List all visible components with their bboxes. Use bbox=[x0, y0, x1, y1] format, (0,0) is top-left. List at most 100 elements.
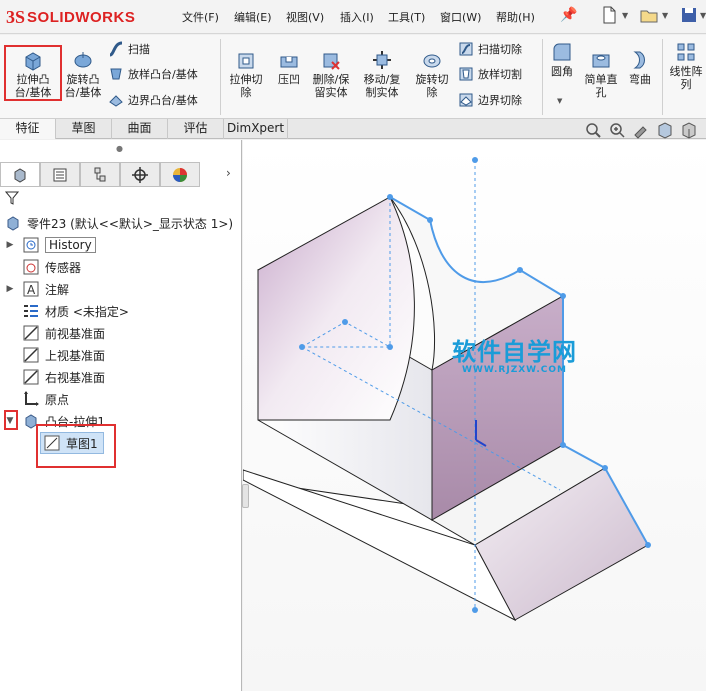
front-plane-label: 前视基准面 bbox=[45, 326, 106, 341]
plane-icon bbox=[23, 369, 39, 385]
pin-icon[interactable]: 📌 bbox=[560, 7, 577, 23]
open-folder-icon[interactable] bbox=[638, 5, 660, 27]
menu-insert[interactable]: 插入(I) bbox=[340, 9, 374, 25]
menu-window[interactable]: 窗口(W) bbox=[440, 9, 481, 25]
ribbon-separator bbox=[542, 39, 543, 115]
tree-item-material[interactable]: 材质 <未指定> bbox=[4, 300, 246, 322]
delete-keep-body-button[interactable]: 删除/保 留实体 bbox=[308, 49, 354, 99]
dimxpert-manager-tab[interactable] bbox=[120, 162, 160, 187]
move-copy-body-button[interactable]: 移动/复 制实体 bbox=[358, 49, 406, 99]
expand-arrow-icon[interactable]: ▶ bbox=[4, 284, 16, 294]
loft-boss-label: 放样凸台/基体 bbox=[128, 68, 198, 81]
delete-body-icon bbox=[323, 53, 340, 70]
tab-features[interactable]: 特征 bbox=[0, 119, 56, 139]
linear-pattern-button[interactable]: 线性阵 列 bbox=[666, 41, 706, 91]
lofted-cut-button[interactable]: 放样切割 bbox=[458, 66, 522, 82]
boundary-cut-button[interactable]: 边界切除 bbox=[458, 92, 522, 108]
menu-edit[interactable]: 编辑(E) bbox=[234, 9, 272, 25]
part-name: 零件23 (默认<<默认>_显示状态 1>) bbox=[27, 216, 234, 231]
menu-file[interactable]: 文件(F) bbox=[182, 9, 219, 25]
tree-item-annotations[interactable]: ▶ A 注解 bbox=[4, 278, 246, 300]
swept-cut-button[interactable]: 扫描切除 bbox=[458, 41, 522, 57]
previous-view-icon[interactable] bbox=[632, 121, 650, 139]
loft-boss-icon bbox=[110, 68, 122, 80]
lofted-cut-icon bbox=[459, 67, 473, 81]
panel-collapse-handle[interactable] bbox=[242, 484, 249, 508]
view-orientation-icon[interactable] bbox=[680, 121, 698, 139]
expand-arrow-icon[interactable]: ▶ bbox=[4, 240, 16, 250]
filter-icon[interactable] bbox=[4, 191, 20, 209]
save-dropdown-icon[interactable]: ▼ bbox=[700, 11, 706, 20]
expand-arrow-highlight bbox=[4, 410, 18, 430]
tab-evaluate[interactable]: 评估 bbox=[168, 119, 224, 139]
indent-button[interactable]: 压凹 bbox=[270, 49, 308, 86]
history-label: History bbox=[45, 237, 96, 253]
panel-grip-icon[interactable]: ● bbox=[116, 144, 123, 153]
watermark: 软件自学网 WWW.RJZXW.COM bbox=[452, 332, 577, 375]
ribbon-separator bbox=[220, 39, 221, 115]
tree-item-right-plane[interactable]: 右视基准面 bbox=[4, 366, 246, 388]
section-view-icon[interactable] bbox=[656, 121, 674, 139]
history-icon bbox=[23, 237, 39, 253]
zoom-area-icon[interactable] bbox=[608, 121, 626, 139]
swept-cut-icon bbox=[459, 42, 473, 56]
boundary-cut-label: 边界切除 bbox=[478, 94, 522, 107]
top-plane-label: 上视基准面 bbox=[45, 348, 106, 363]
revolve-boss-button[interactable]: 旋转凸 台/基体 bbox=[60, 49, 106, 99]
origin-label: 原点 bbox=[45, 392, 70, 407]
fillet-button[interactable]: 圆角 bbox=[546, 41, 578, 78]
feature-manager-tab[interactable] bbox=[0, 162, 40, 187]
tab-dimxpert[interactable]: DimXpert bbox=[224, 119, 288, 139]
right-plane-label: 右视基准面 bbox=[45, 370, 106, 385]
tree-item-history[interactable]: ▶ History bbox=[4, 234, 246, 256]
revolve-cut-label: 旋转切 除 bbox=[415, 73, 449, 99]
zoom-to-fit-icon[interactable] bbox=[584, 121, 602, 139]
extrude-cut-button[interactable]: 拉伸切 除 bbox=[224, 49, 268, 99]
open-dropdown-icon[interactable]: ▼ bbox=[662, 11, 668, 20]
concave-arc-face[interactable] bbox=[257, 196, 415, 421]
fillet-dropdown-icon[interactable]: ▼ bbox=[557, 97, 562, 105]
flex-button[interactable]: 弯曲 bbox=[624, 49, 656, 86]
simple-hole-button[interactable]: 简单直 孔 bbox=[582, 49, 620, 99]
configuration-icon bbox=[94, 167, 106, 181]
simple-hole-label: 简单直 孔 bbox=[584, 73, 618, 99]
sensors-label: 传感器 bbox=[45, 260, 82, 275]
boundary-boss-label: 边界凸台/基体 bbox=[128, 94, 198, 107]
delete-keep-body-label: 删除/保 留实体 bbox=[312, 73, 350, 99]
simple-hole-icon bbox=[592, 54, 610, 68]
configuration-manager-tab[interactable] bbox=[80, 162, 120, 187]
part-icon bbox=[7, 216, 19, 231]
fillet-icon bbox=[553, 43, 571, 61]
menu-view[interactable]: 视图(V) bbox=[286, 9, 324, 25]
menu-tools[interactable]: 工具(T) bbox=[388, 9, 425, 25]
tree-item-origin[interactable]: 原点 bbox=[4, 388, 246, 410]
graphics-viewport[interactable] bbox=[242, 140, 706, 691]
menu-help[interactable]: 帮助(H) bbox=[496, 9, 535, 25]
loft-boss-button[interactable]: 放样凸台/基体 bbox=[108, 66, 198, 82]
indent-label: 压凹 bbox=[278, 73, 300, 86]
tabs-next-icon[interactable]: › bbox=[226, 166, 231, 180]
revolve-cut-button[interactable]: 旋转切 除 bbox=[410, 49, 454, 99]
boundary-cut-icon bbox=[459, 93, 473, 107]
logo-name: SOLIDWORKS bbox=[27, 8, 136, 26]
new-dropdown-icon[interactable]: ▼ bbox=[622, 11, 628, 20]
tab-sketch[interactable]: 草图 bbox=[56, 119, 112, 139]
save-icon[interactable] bbox=[678, 5, 700, 27]
tree-part-root[interactable]: 零件23 (默认<<默认>_显示状态 1>) bbox=[4, 212, 246, 234]
display-manager-tab[interactable] bbox=[160, 162, 200, 187]
part-model-3d[interactable] bbox=[242, 140, 706, 691]
appearance-color-icon bbox=[173, 167, 187, 182]
logo-prefix: 3S bbox=[6, 6, 26, 27]
solidworks-logo[interactable]: 3S SOLIDWORKS bbox=[6, 5, 135, 29]
new-document-icon[interactable] bbox=[598, 5, 620, 27]
tree-item-front-plane[interactable]: 前视基准面 bbox=[4, 322, 246, 344]
linear-pattern-label: 线性阵 列 bbox=[669, 65, 703, 91]
tab-surfaces[interactable]: 曲面 bbox=[112, 119, 168, 139]
lofted-cut-label: 放样切割 bbox=[478, 68, 522, 81]
boundary-boss-button[interactable]: 边界凸台/基体 bbox=[108, 92, 198, 108]
tree-item-top-plane[interactable]: 上视基准面 bbox=[4, 344, 246, 366]
tree-item-sensors[interactable]: 传感器 bbox=[4, 256, 246, 278]
flex-label: 弯曲 bbox=[629, 73, 651, 86]
sweep-button[interactable]: 扫描 bbox=[108, 41, 150, 57]
property-manager-tab[interactable] bbox=[40, 162, 80, 187]
